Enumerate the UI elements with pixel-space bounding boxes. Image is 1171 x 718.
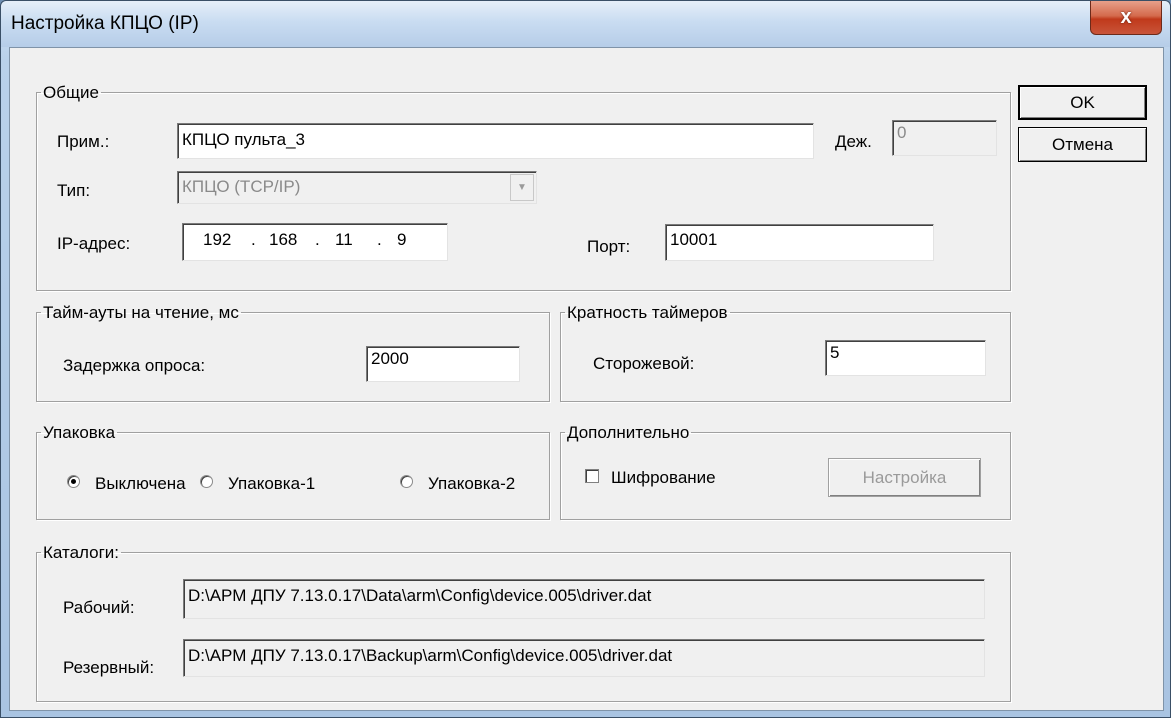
dialog-client-area: Общие Прим.: КПЦО пульта_3 Деж. 0 Тип: К… (9, 47, 1164, 711)
ip-address-label: IP-адрес: (57, 234, 131, 253)
port-label: Порт: (587, 237, 631, 256)
poll-delay-field[interactable]: 2000 (366, 346, 520, 382)
catalogs-group: Каталоги: (36, 544, 1011, 702)
packing-1-label[interactable]: Упаковка-1 (228, 474, 315, 494)
dialog-window: Настройка КПЦО (IP) x Общие Прим.: КПЦО … (0, 0, 1171, 718)
duty-label: Деж. (835, 132, 872, 151)
poll-delay-label: Задержка опроса: (63, 356, 206, 375)
ip-octet-3[interactable]: 11 (335, 230, 353, 250)
port-field[interactable]: 10001 (665, 224, 934, 261)
packing-legend: Упаковка (43, 423, 116, 442)
duty-field: 0 (892, 120, 997, 156)
packing-2-label[interactable]: Упаковка-2 (428, 474, 515, 494)
ip-octet-1[interactable]: 192 (203, 230, 231, 250)
window-title: Настройка КПЦО (IP) (11, 13, 199, 34)
general-legend: Общие (43, 83, 99, 102)
close-icon: x (1120, 6, 1132, 28)
type-combobox-value: КПЦО (TCP/IP) (182, 177, 301, 196)
packing-1-radio[interactable] (200, 475, 213, 488)
type-combobox: КПЦО (TCP/IP) ▼ (177, 171, 537, 204)
ip-dot-3: . (377, 230, 382, 249)
ip-octet-2[interactable]: 168 (269, 230, 297, 250)
encryption-settings-button[interactable]: Настройка (828, 458, 981, 497)
packing-off-label[interactable]: Выключена (95, 474, 186, 494)
watchdog-field[interactable]: 5 (825, 340, 986, 376)
ip-dot-2: . (315, 230, 320, 249)
ip-dot-1: . (251, 230, 256, 249)
title-bar[interactable]: Настройка КПЦО (IP) x (1, 1, 1170, 47)
close-button[interactable]: x (1090, 1, 1162, 35)
type-label: Тип: (57, 181, 91, 200)
note-field[interactable]: КПЦО пульта_3 (177, 123, 814, 159)
backup-dir-label: Резервный: (63, 658, 155, 677)
ip-octet-4[interactable]: 9 (397, 230, 406, 250)
timeouts-legend: Тайм-ауты на чтение, мс (43, 303, 239, 322)
packing-off-radio[interactable] (67, 475, 80, 488)
work-dir-label: Рабочий: (63, 598, 135, 617)
extra-legend: Дополнительно (567, 423, 690, 442)
packing-2-radio[interactable] (400, 475, 413, 488)
timers-legend: Кратность таймеров (567, 303, 728, 322)
encryption-checkbox[interactable] (585, 469, 599, 483)
watchdog-label: Сторожевой: (593, 354, 695, 373)
encryption-label[interactable]: Шифрование (611, 468, 716, 488)
note-label: Прим.: (57, 132, 110, 151)
cancel-button[interactable]: Отмена (1018, 127, 1147, 162)
work-dir-field[interactable]: D:\АРМ ДПУ 7.13.0.17\Data\arm\Config\dev… (183, 579, 985, 619)
catalogs-legend: Каталоги: (43, 543, 120, 562)
ok-button[interactable]: OK (1018, 85, 1147, 120)
ip-address-field[interactable]: 192 . 168 . 11 . 9 (182, 223, 448, 261)
backup-dir-field[interactable]: D:\АРМ ДПУ 7.13.0.17\Backup\arm\Config\d… (183, 639, 985, 677)
chevron-down-icon: ▼ (510, 174, 534, 201)
packing-group: Упаковка (36, 424, 550, 520)
